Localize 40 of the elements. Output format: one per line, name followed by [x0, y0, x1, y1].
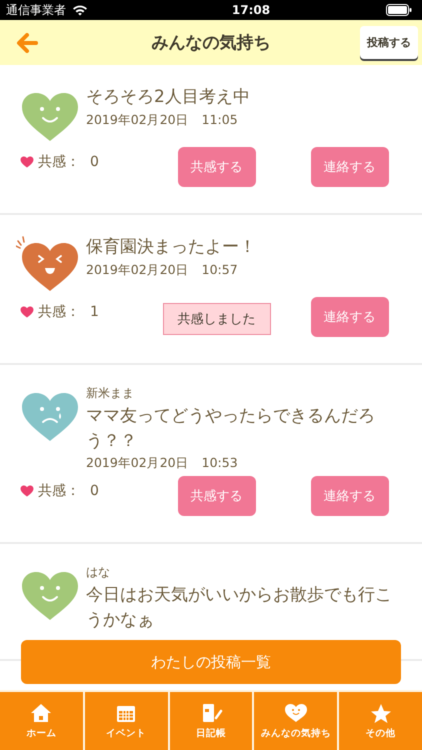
post-date: 2019年02月20日 10:57: [86, 262, 239, 279]
author-name: 新米まま: [86, 385, 135, 402]
like-button[interactable]: 共感しました: [162, 303, 270, 335]
tab-button[interactable]: 日記帳: [170, 692, 252, 750]
tab-button[interactable]: ホーム: [0, 692, 83, 750]
like-label: 共感：: [38, 303, 80, 321]
post-button[interactable]: 投稿する: [360, 26, 418, 59]
heart-face-icon: [284, 702, 308, 722]
post-text: 今日はお天気がいいからお散歩でも行こうかなぁ: [86, 584, 393, 632]
heart-icon: [20, 306, 34, 318]
contact-button[interactable]: 連絡する: [310, 297, 388, 337]
page-title: みんなの気持ち: [150, 32, 272, 54]
my-posts-button[interactable]: わたしの投稿一覧: [21, 640, 401, 684]
wifi-icon: [72, 4, 88, 16]
like-label: 共感：: [38, 153, 80, 171]
heart-icon: [20, 156, 34, 168]
tab-button[interactable]: その他: [339, 692, 422, 750]
author-name: はな: [86, 564, 111, 582]
battery-icon: [386, 4, 412, 16]
post-text: ママ友ってどうやったらできるんだろう？？: [86, 405, 376, 453]
like-label: 共感：: [38, 482, 80, 500]
heart-icon: [20, 485, 34, 498]
contact-button[interactable]: 連絡する: [310, 476, 388, 516]
star-icon: [368, 702, 393, 722]
post-date: 2019年02月20日 10:53: [86, 455, 239, 472]
like-button[interactable]: 共感する: [178, 476, 256, 516]
post-text: 保育園決まったよー！: [86, 236, 256, 259]
back-arrow-icon[interactable]: [16, 32, 38, 52]
like-count: 0: [90, 154, 99, 170]
like-count: 0: [90, 483, 99, 500]
like-count: 1: [90, 304, 99, 320]
post-text: そろそろ2人目考え中: [86, 86, 250, 109]
tab-button[interactable]: みんなの気持ち: [254, 692, 338, 750]
like-button[interactable]: 共感する: [178, 147, 256, 187]
home-icon: [29, 702, 54, 722]
carrier-name: 通信事業者: [6, 2, 66, 18]
post-date: 2019年02月20日 11:05: [86, 112, 239, 129]
clock-time: 17:08: [232, 3, 270, 17]
contact-button[interactable]: 連絡する: [310, 147, 388, 187]
tab-button[interactable]: イベント: [84, 692, 168, 750]
